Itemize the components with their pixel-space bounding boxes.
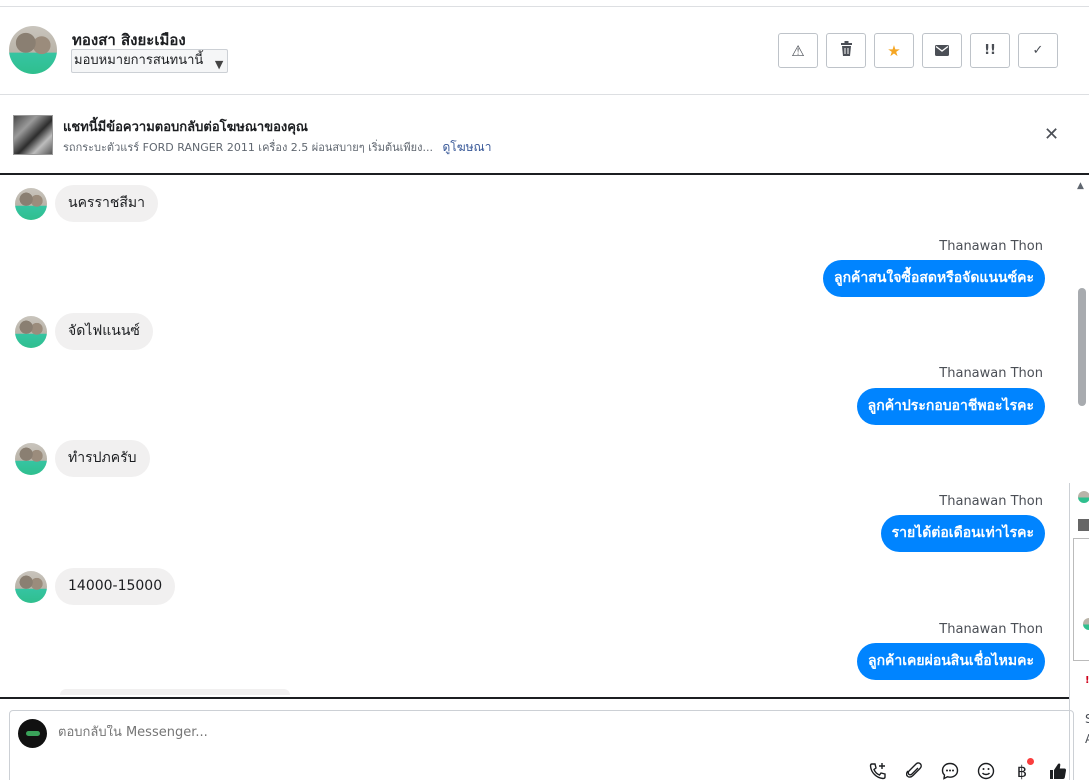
incoming-message: จัดไฟแนนซ์: [15, 313, 153, 350]
exclamation-icon: !!: [984, 43, 996, 58]
outgoing-bubble[interactable]: ลูกค้าเคยผ่อนสินเชื่อไหมคะ: [856, 643, 1045, 680]
contact-avatar-small: [15, 570, 47, 603]
incoming-bubble-partial: [60, 689, 290, 695]
call-icon[interactable]: [865, 758, 891, 780]
incoming-bubble[interactable]: 14000-15000: [55, 568, 176, 605]
like-icon[interactable]: [1045, 758, 1071, 780]
contact-avatar-small: [15, 442, 47, 475]
attachment-icon[interactable]: [901, 758, 927, 780]
assign-conversation-dropdown[interactable]: มอบหมายการสนทนานี้ ▼: [71, 49, 229, 73]
star-button[interactable]: ★: [874, 33, 914, 68]
top-divider: [0, 0, 1089, 7]
sender-name: Thanawan Thon: [939, 494, 1043, 509]
follow-up-button[interactable]: !!: [970, 33, 1010, 68]
scroll-up-arrow-icon[interactable]: ▲: [1077, 181, 1084, 191]
envelope-icon: [935, 42, 949, 60]
check-icon: ✓: [1032, 43, 1044, 58]
sender-name: Thanawan Thon: [939, 239, 1043, 254]
reply-input[interactable]: [58, 725, 658, 740]
side-avatar[interactable]: [1083, 618, 1089, 630]
incoming-bubble[interactable]: ทำรปภครับ: [55, 440, 150, 477]
reply-composer: ฿: [0, 697, 1074, 780]
ad-description: รถกระบะตัวแรร์ FORD RANGER 2011 เครื่อง …: [63, 141, 433, 154]
incoming-bubble[interactable]: นครราชสีมา: [55, 185, 158, 222]
side-text: A: [1085, 732, 1089, 746]
delete-button[interactable]: [826, 33, 866, 68]
page-avatar: [18, 719, 47, 748]
side-ad-thumbnail[interactable]: [1078, 519, 1089, 531]
outgoing-bubble[interactable]: รายได้ต่อเดือนเท่าไรคะ: [880, 515, 1045, 552]
contact-avatar-small: [15, 187, 47, 220]
baht-glyph: ฿: [1016, 761, 1028, 780]
composer-tools: ฿: [865, 758, 1071, 780]
contact-avatar[interactable]: [9, 26, 57, 74]
composer-box: ฿: [9, 710, 1074, 780]
conversation-header: ทองสา สิงยะเมือง มอบหมายการสนทนานี้ ▼ ⚠ …: [0, 8, 1089, 95]
incoming-message: ทำรปภครับ: [15, 440, 150, 477]
report-spam-button[interactable]: ⚠: [778, 33, 818, 68]
ad-reply-banner: แชทนี้มีข้อความตอบกลับต่อโฆษณาของคุณ รถก…: [0, 96, 1089, 175]
sender-name: Thanawan Thon: [939, 366, 1043, 381]
ad-thumbnail[interactable]: [13, 115, 53, 155]
side-text: S: [1085, 712, 1089, 726]
incoming-message: นครราชสีมา: [15, 185, 158, 222]
side-alert-mark: !: [1085, 675, 1089, 686]
view-ad-link[interactable]: ดูโฆษณา: [443, 140, 492, 154]
banner-subtitle: รถกระบะตัวแรร์ FORD RANGER 2011 เครื่อง …: [63, 138, 491, 157]
side-preview-box: [1073, 538, 1089, 661]
notification-dot: [1027, 758, 1034, 765]
saved-reply-icon[interactable]: [937, 758, 963, 780]
conversation-actions: ⚠ ★ !! ✓: [778, 33, 1058, 68]
payment-icon[interactable]: ฿: [1009, 758, 1035, 780]
outgoing-bubble[interactable]: ลูกค้าสนใจซื้อสดหรือจัดแนนซ์คะ: [823, 260, 1045, 297]
mark-unread-button[interactable]: [922, 33, 962, 68]
side-avatar[interactable]: [1078, 491, 1089, 503]
star-icon: ★: [887, 41, 901, 60]
trash-icon: [840, 41, 853, 60]
incoming-bubble[interactable]: จัดไฟแนนซ์: [55, 313, 153, 350]
caret-down-icon: ▼: [214, 58, 224, 71]
outgoing-bubble[interactable]: ลูกค้าประกอบอาชีพอะไรคะ: [856, 388, 1045, 425]
warning-icon: ⚠: [791, 41, 805, 60]
incoming-message: 14000-15000: [15, 568, 176, 605]
contact-avatar-small: [15, 315, 47, 348]
sender-name: Thanawan Thon: [939, 622, 1043, 637]
scrollbar-thumb[interactable]: [1078, 288, 1086, 406]
message-thread[interactable]: นครราชสีมา Thanawan Thon ลูกค้าสนใจซื้อส…: [0, 177, 1074, 695]
banner-title: แชทนี้มีข้อความตอบกลับต่อโฆษณาของคุณ: [63, 120, 308, 135]
emoji-icon[interactable]: [973, 758, 999, 780]
close-icon[interactable]: ✕: [1044, 124, 1059, 145]
mark-done-button[interactable]: ✓: [1018, 33, 1058, 68]
assign-label: มอบหมายการสนทนานี้: [74, 53, 204, 68]
